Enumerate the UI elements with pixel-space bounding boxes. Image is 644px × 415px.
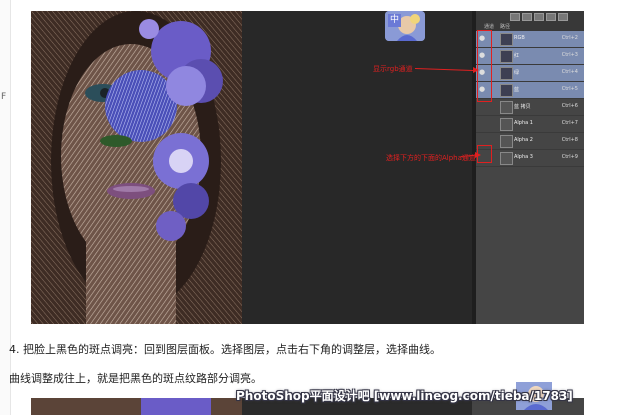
channel-shortcut: Ctrl+7 (561, 120, 578, 126)
channel-shortcut: Ctrl+3 (561, 52, 578, 58)
channel-row-alpha2[interactable]: Alpha 2 Ctrl+8 (476, 133, 584, 150)
channel-row-blue[interactable]: ● 蓝 Ctrl+5 (476, 82, 584, 99)
channels-panel: 通道 路径 ● RGB Ctrl+2 ● 红 Ctrl+3 ● 绿 Ctrl+4 (476, 11, 584, 324)
annotation-arrowhead-rgb (473, 67, 479, 73)
channel-name: 红 (514, 53, 520, 59)
channel-thumbnail (500, 101, 513, 114)
canvas-area (242, 11, 472, 324)
channel-row-alpha1[interactable]: Alpha 1 Ctrl+7 (476, 116, 584, 133)
watermark-text: PhotoShop平面设计吧 [www.lineog.com/tieba/178… (236, 389, 573, 403)
step-4-text: 4. 把脸上黑色的斑点调亮：回到图层面板。选择图层，点击右下角的调整层，选择曲线… (9, 343, 441, 356)
channel-thumbnail (500, 33, 513, 46)
lock-icon[interactable] (510, 13, 520, 21)
channel-row-red[interactable]: ● 红 Ctrl+3 (476, 48, 584, 65)
annotation-box-visible-channels (477, 30, 492, 102)
tab-paths[interactable]: 路径 (500, 23, 510, 30)
portrait-photo (31, 11, 242, 324)
channel-shortcut: Ctrl+6 (561, 103, 578, 109)
channel-name: RGB (514, 35, 525, 41)
channel-row-green[interactable]: ● 绿 Ctrl+4 (476, 65, 584, 82)
panel-tabs: 通道 路径 (476, 11, 584, 31)
photoshop-screenshot: 中 通道 路径 ● RGB Ctrl+2 ● 红 Ctrl+3 ● 绿 Ctrl… (31, 11, 584, 324)
fill-icon[interactable] (558, 13, 568, 21)
channel-thumbnail (500, 118, 513, 131)
channel-shortcut: Ctrl+5 (561, 86, 578, 92)
annotation-arrowhead-alpha (475, 152, 481, 158)
gutter-mark: F (1, 92, 7, 102)
channel-row-rgb[interactable]: ● RGB Ctrl+2 (476, 31, 584, 48)
thumbnail-image: 中 (385, 11, 425, 41)
channel-shortcut: Ctrl+2 (561, 35, 578, 41)
channel-thumbnail (500, 152, 513, 165)
portrait-image (31, 11, 242, 324)
channel-name: Alpha 3 (514, 154, 533, 160)
channel-thumbnail (500, 135, 513, 148)
channel-row-alpha3[interactable]: Alpha 3 Ctrl+9 (476, 150, 584, 167)
thumbnail-badge: 中 (388, 14, 401, 27)
channel-thumbnail (500, 67, 513, 80)
channel-thumbnail (500, 84, 513, 97)
channel-name: 绿 (514, 70, 520, 76)
curve-instruction-text: 曲线调整成往上，就是把黑色的斑点纹路部分调亮。 (9, 372, 262, 385)
link-icon[interactable] (546, 13, 556, 21)
annotation-alpha-note: 选择下方的下面的Alpha通道 (386, 154, 476, 162)
channel-name: Alpha 1 (514, 120, 533, 126)
channel-name: 蓝 拷贝 (514, 104, 531, 110)
move-icon[interactable] (522, 13, 532, 21)
channel-thumbnail (500, 50, 513, 63)
tab-channels[interactable]: 通道 (484, 23, 494, 30)
channel-shortcut: Ctrl+8 (561, 137, 578, 143)
channel-shortcut: Ctrl+4 (561, 69, 578, 75)
annotation-rgb-note: 显示rgb通道 (373, 65, 413, 73)
channel-name: 蓝 (514, 87, 520, 93)
channel-row-blue-copy[interactable]: 蓝 拷贝 Ctrl+6 (476, 99, 584, 116)
brush-icon[interactable] (534, 13, 544, 21)
channel-name: Alpha 2 (514, 137, 533, 143)
channel-shortcut: Ctrl+9 (561, 154, 578, 160)
